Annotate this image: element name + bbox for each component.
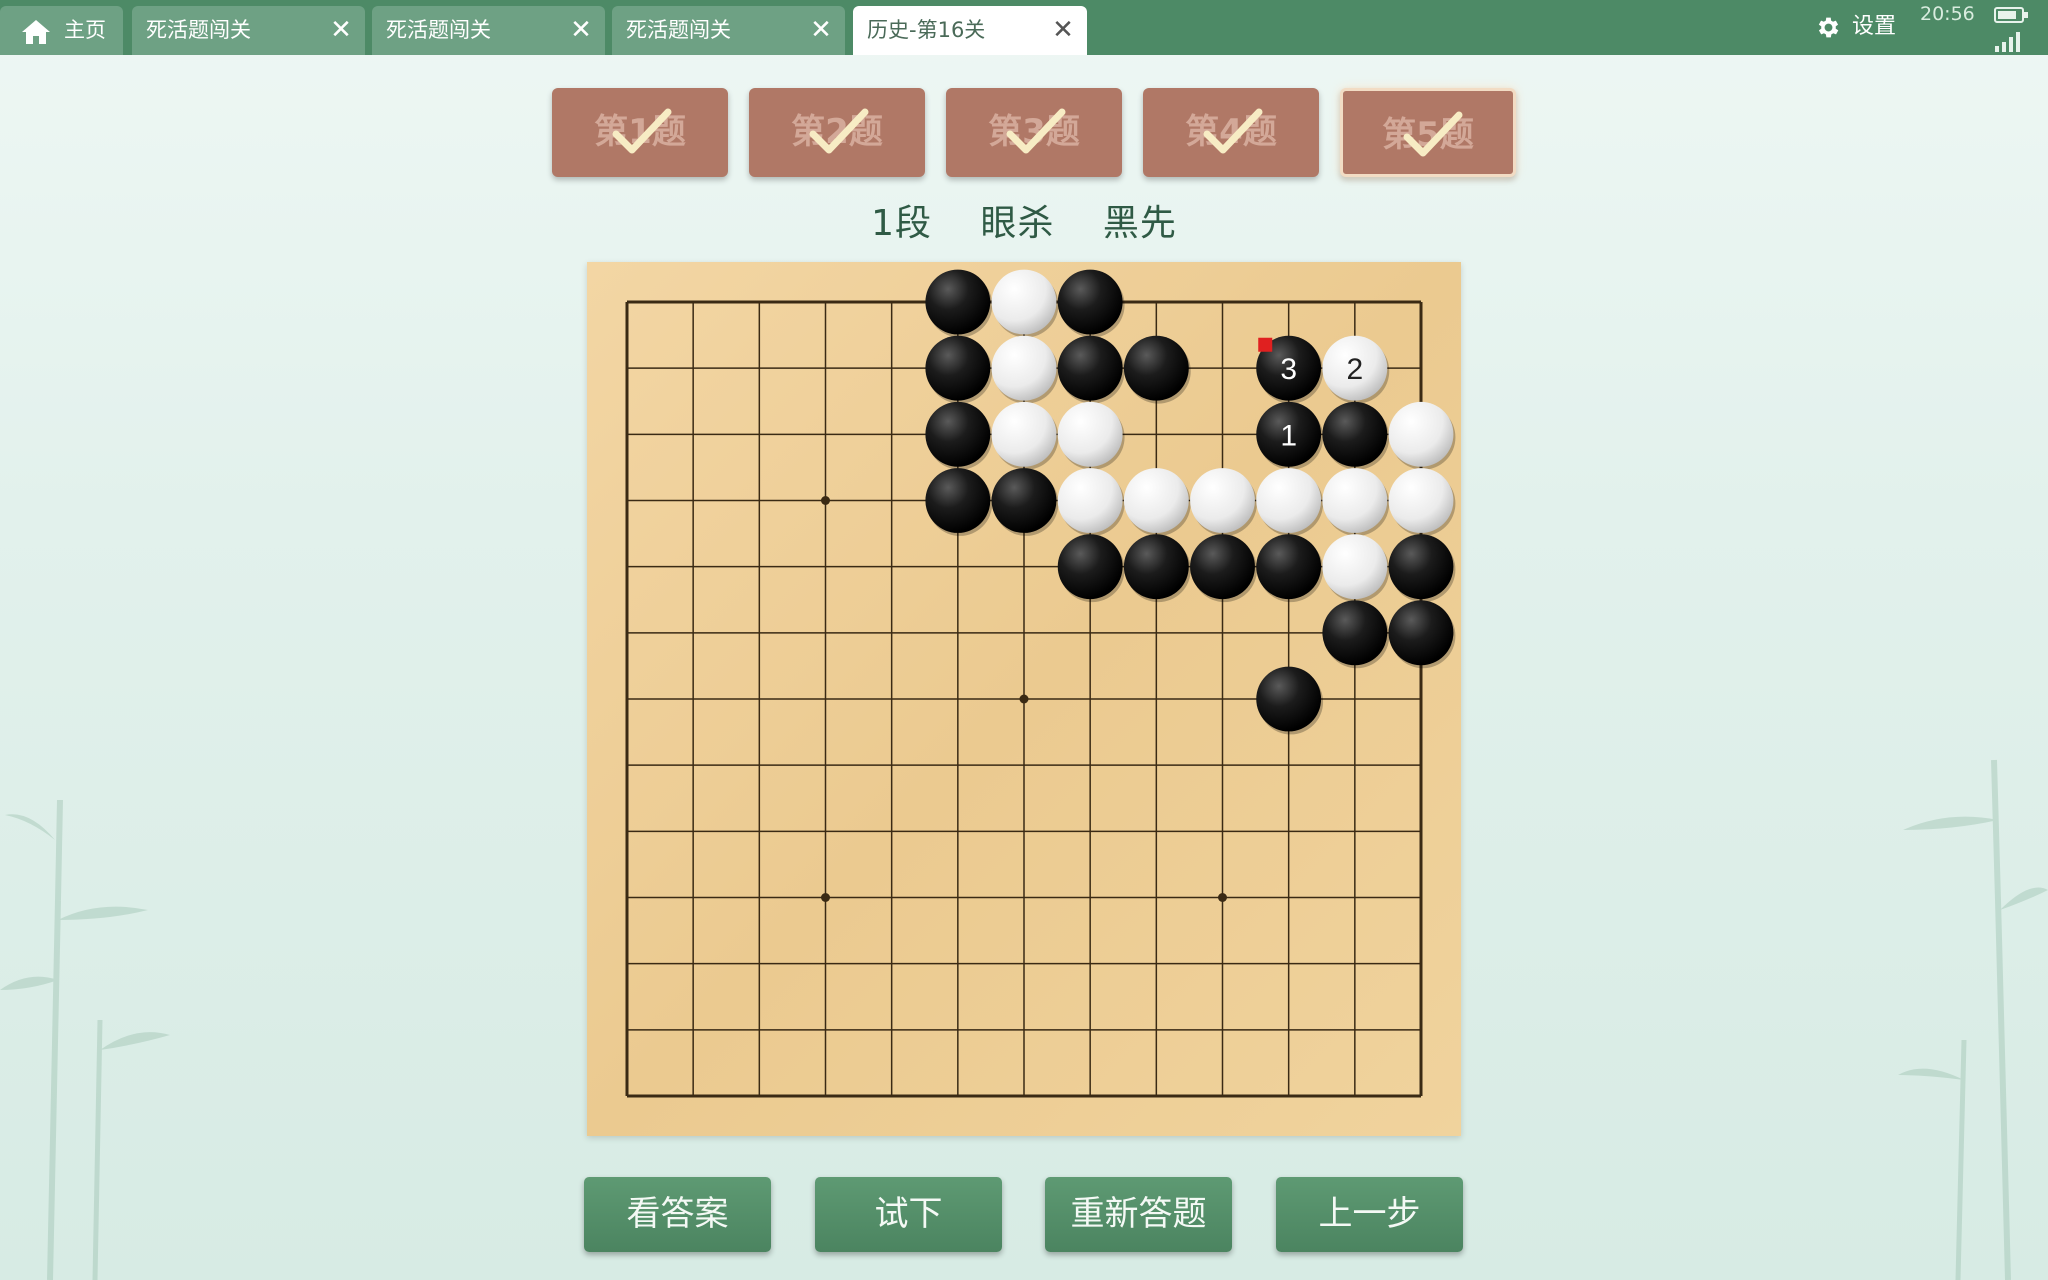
white-stone [991, 269, 1059, 338]
signal-icon [1995, 30, 2023, 52]
checkmark-icon [1203, 108, 1263, 154]
problem-button-3[interactable]: 第3题 [946, 88, 1122, 177]
home-icon [22, 20, 50, 44]
close-icon[interactable]: ✕ [327, 6, 355, 55]
move-number-label: 3 [1280, 353, 1297, 386]
white-stone [1322, 468, 1390, 536]
black-stone [1057, 534, 1125, 603]
try-move-button[interactable]: 试下 [815, 1177, 1002, 1252]
retry-button[interactable]: 重新答题 [1045, 1177, 1232, 1252]
black-stone [925, 269, 993, 338]
status-time: 20:56 [1920, 3, 1975, 25]
black-stone [925, 401, 993, 470]
star-point [821, 893, 830, 902]
tab-puzzle-challenge[interactable]: 死活题闯关 ✕ [612, 6, 845, 55]
white-stone [1057, 401, 1125, 470]
close-icon[interactable]: ✕ [1049, 6, 1077, 55]
problem-button-2[interactable]: 第2题 [749, 88, 925, 177]
white-stone: 2 [1322, 335, 1390, 404]
black-stone [1322, 600, 1390, 669]
white-stone [991, 335, 1059, 404]
star-point [1218, 893, 1227, 902]
black-stone [1322, 401, 1390, 470]
white-stone [991, 401, 1059, 470]
checkmark-icon [612, 108, 672, 154]
last-move-marker [1258, 337, 1273, 352]
problem-rank: 1段 [871, 203, 932, 244]
tab-label: 死活题闯关 [146, 18, 251, 42]
white-stone [1388, 468, 1456, 536]
black-stone [1123, 534, 1191, 603]
close-icon[interactable]: ✕ [567, 6, 595, 55]
tab-puzzle-challenge[interactable]: 死活题闯关 ✕ [372, 6, 605, 55]
checkmark-icon [809, 108, 869, 154]
black-stone [1123, 335, 1191, 404]
black-stone [925, 335, 993, 404]
tab-label: 历史-第16关 [867, 18, 986, 42]
white-stone [1190, 468, 1257, 536]
show-answer-button[interactable]: 看答案 [584, 1177, 771, 1252]
settings-label: 设置 [1852, 14, 1897, 39]
tab-label: 主页 [64, 18, 106, 42]
checkmark-icon [1403, 111, 1463, 157]
close-icon[interactable]: ✕ [807, 6, 835, 55]
black-stone [1388, 600, 1456, 669]
tab-label: 死活题闯关 [386, 18, 491, 42]
go-board[interactable]: 3 2 1 [587, 262, 1461, 1136]
tab-puzzle-challenge[interactable]: 死活题闯关 ✕ [132, 6, 365, 55]
undo-button[interactable]: 上一步 [1276, 1177, 1463, 1252]
bamboo-decoration-left [0, 799, 170, 1280]
battery-icon [1994, 7, 2028, 23]
black-stone: 3 [1256, 335, 1324, 404]
star-point [821, 496, 830, 505]
problem-type: 眼杀 [980, 203, 1055, 244]
black-stone [991, 468, 1059, 536]
problem-button-4[interactable]: 第4题 [1143, 88, 1319, 177]
tab-home[interactable]: 主页 [0, 6, 123, 55]
white-stone [1388, 401, 1456, 470]
white-stone [1322, 534, 1390, 603]
board-grid[interactable]: 3 2 1 [587, 262, 1461, 1136]
black-stone [1057, 269, 1125, 338]
black-stone [1256, 534, 1324, 603]
white-stone [1123, 468, 1191, 536]
top-tab-bar: 主页 死活题闯关 ✕ 死活题闯关 ✕ 死活题闯关 ✕ 历史-第16关 ✕ 设置 … [0, 0, 2048, 55]
tab-history-level[interactable]: 历史-第16关 ✕ [853, 6, 1087, 55]
black-stone [1190, 534, 1257, 603]
black-stone [1256, 666, 1324, 735]
tab-label: 死活题闯关 [626, 18, 731, 42]
black-stone: 1 [1256, 401, 1324, 470]
bamboo-decoration-right [1898, 759, 2048, 1280]
problem-to-play: 黑先 [1102, 203, 1177, 244]
black-stone [1388, 534, 1456, 603]
problem-button-5[interactable]: 第5题 [1340, 88, 1516, 177]
star-point [1019, 694, 1029, 704]
black-stone [1057, 335, 1125, 404]
black-stone [925, 468, 993, 536]
move-number-label: 2 [1346, 353, 1363, 386]
white-stone [1256, 468, 1324, 536]
checkmark-icon [1006, 108, 1066, 154]
white-stone [1057, 468, 1125, 536]
gear-icon [1818, 17, 1839, 38]
problem-info: 1段 眼杀 黑先 [0, 194, 2048, 246]
move-number-label: 1 [1280, 419, 1297, 452]
problem-button-1[interactable]: 第1题 [552, 88, 728, 177]
